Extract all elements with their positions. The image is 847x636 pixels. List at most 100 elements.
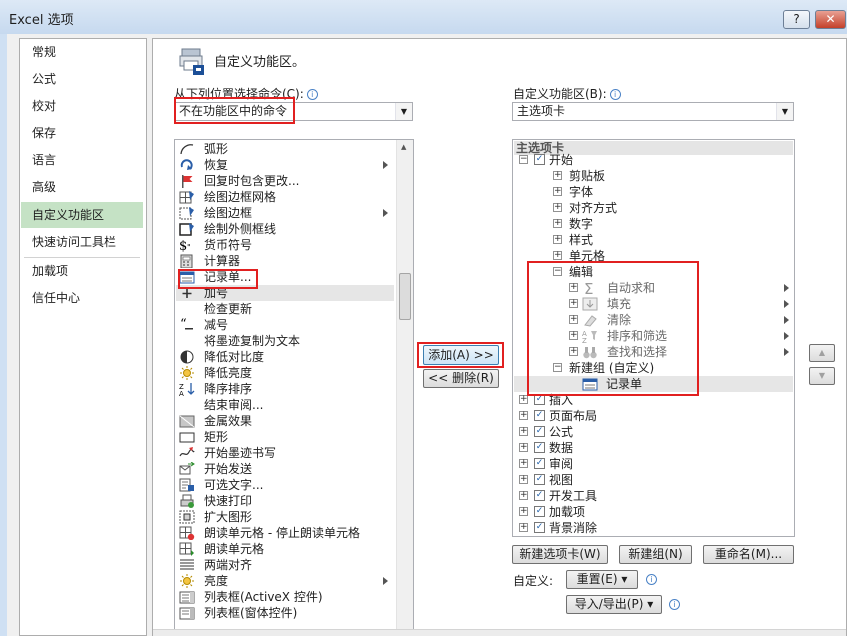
expand-icon[interactable]: +: [519, 475, 528, 484]
info-icon: i: [646, 574, 657, 585]
tree-node[interactable]: + 对齐方式: [514, 200, 793, 216]
tree-node[interactable]: + ✓ 背景消除: [514, 520, 793, 536]
blank-icon: [179, 334, 195, 348]
customize-ribbon-icon: [179, 48, 204, 75]
tree-node[interactable]: + ✓ 审阅: [514, 456, 793, 472]
tree-node[interactable]: + ✓ 开发工具: [514, 488, 793, 504]
nav-item-customize-ribbon[interactable]: 自定义功能区: [21, 202, 143, 228]
command-label: 列表框(ActiveX 控件): [204, 590, 323, 604]
horizontal-scrollbar[interactable]: [153, 629, 846, 636]
tab-checkbox[interactable]: ✓: [534, 426, 545, 437]
new-tab-button[interactable]: 新建选项卡(W): [512, 545, 608, 564]
calculator-icon: [179, 254, 195, 269]
minus-quote-icon: “: [179, 317, 195, 332]
tab-checkbox[interactable]: ✓: [534, 474, 545, 485]
commands-scrollbar[interactable]: ▲: [396, 140, 413, 636]
blank-icon: [179, 398, 195, 412]
tab-checkbox[interactable]: ✓: [534, 522, 545, 533]
tree-node[interactable]: + 数字: [514, 216, 793, 232]
nav-item-general[interactable]: 常规: [21, 39, 143, 65]
nav-item-formulas[interactable]: 公式: [21, 66, 143, 92]
submenu-arrow-icon: [784, 316, 789, 324]
metal-icon: [179, 414, 195, 428]
expand-icon[interactable]: +: [519, 395, 528, 404]
nav-item-addins[interactable]: 加载项: [21, 258, 143, 284]
expand-icon[interactable]: +: [553, 187, 562, 196]
rename-button[interactable]: 重命名(M)...: [703, 545, 794, 564]
command-label: 朗读单元格: [204, 542, 265, 556]
commands-list[interactable]: 弧形 恢复 回复时包含更改... 绘图边框网格 绘图边框 绘制外侧框线 $ " 货币符号 计算器记…: [174, 139, 414, 636]
expand-icon[interactable]: +: [519, 491, 528, 500]
tree-node[interactable]: + 字体: [514, 184, 793, 200]
reset-button[interactable]: 重置(E) ▾: [566, 570, 638, 589]
brightness-icon: [179, 366, 195, 380]
highlight-box: [527, 261, 699, 396]
command-label: 降序排序: [204, 382, 253, 396]
expand-icon[interactable]: +: [553, 235, 562, 244]
scrollbar-thumb[interactable]: [399, 273, 411, 320]
speak-icon: [179, 542, 195, 556]
expand-icon[interactable]: +: [519, 523, 528, 532]
tree-node[interactable]: + 样式: [514, 232, 793, 248]
expand-icon[interactable]: +: [519, 459, 528, 468]
tab-checkbox[interactable]: ✓: [534, 490, 545, 501]
command-label: 扩大图形: [204, 510, 253, 524]
tree-node[interactable]: + ✓ 数据: [514, 440, 793, 456]
submenu-arrow-icon: [784, 300, 789, 308]
tree-node[interactable]: + 剪贴板: [514, 168, 793, 184]
close-button[interactable]: ✕: [815, 10, 846, 29]
tab-checkbox[interactable]: ✓: [534, 442, 545, 453]
expand-icon[interactable]: +: [519, 507, 528, 516]
tab-checkbox[interactable]: ✓: [534, 154, 545, 165]
tree-node-label: 视图: [549, 473, 574, 487]
tree-node[interactable]: + ✓ 视图: [514, 472, 793, 488]
command-label: 矩形: [204, 430, 229, 444]
tree-node[interactable]: + ✓ 页面布局: [514, 408, 793, 424]
help-button[interactable]: ?: [783, 10, 810, 29]
remove-button[interactable]: << 删除(R): [423, 369, 499, 388]
ribbon-tabs-value: 主选项卡: [517, 104, 566, 118]
command-label: 减号: [204, 318, 229, 332]
command-label: 弧形: [204, 142, 229, 156]
tree-node[interactable]: + ✓ 公式: [514, 424, 793, 440]
tree-node[interactable]: − ✓ 开始: [514, 152, 793, 168]
scroll-up-icon[interactable]: ▲: [401, 143, 406, 151]
nav-item-advanced[interactable]: 高级: [21, 174, 143, 200]
tree-node-label: 开发工具: [549, 489, 598, 503]
nav-item-quick-access[interactable]: 快速访问工具栏: [21, 229, 143, 255]
command-label: 绘图边框网格: [204, 190, 277, 204]
tab-checkbox[interactable]: ✓: [534, 410, 545, 421]
nav-item-save[interactable]: 保存: [21, 120, 143, 146]
flag-icon: [179, 174, 195, 188]
tree-node[interactable]: + ✓ 加载项: [514, 504, 793, 520]
info-icon: i: [669, 599, 680, 610]
nav-item-trust-center[interactable]: 信任中心: [21, 285, 143, 311]
new-group-button[interactable]: 新建组(N): [619, 545, 692, 564]
move-up-button[interactable]: ▲: [809, 344, 835, 362]
chevron-down-icon: ▼: [395, 103, 412, 120]
tab-checkbox[interactable]: ✓: [534, 506, 545, 517]
nav-item-language[interactable]: 语言: [21, 147, 143, 173]
ribbon-tabs-combo[interactable]: 主选项卡 ▼: [512, 102, 794, 121]
panel-title: 自定义功能区。: [214, 55, 306, 70]
collapse-icon[interactable]: −: [519, 155, 528, 164]
command-label: 检查更新: [204, 302, 253, 316]
window-title: Excel 选项: [9, 13, 74, 28]
svg-text:“: “: [180, 318, 187, 332]
arc-icon: [179, 142, 195, 156]
expand-icon[interactable]: +: [553, 171, 562, 180]
expand-icon[interactable]: +: [519, 443, 528, 452]
move-down-button[interactable]: ▼: [809, 367, 835, 385]
submenu-arrow-icon: [784, 348, 789, 356]
import-export-button[interactable]: 导入/导出(P) ▾: [566, 595, 662, 614]
nav-item-proofing[interactable]: 校对: [21, 93, 143, 119]
expand-icon[interactable]: +: [519, 427, 528, 436]
tab-checkbox[interactable]: ✓: [534, 458, 545, 469]
expand-icon[interactable]: +: [553, 219, 562, 228]
expand-icon[interactable]: +: [553, 251, 562, 260]
expand-icon[interactable]: +: [553, 203, 562, 212]
currency-icon: $ ": [179, 238, 195, 254]
expand-icon[interactable]: +: [519, 411, 528, 420]
tree-node-label: 剪贴板: [569, 169, 606, 183]
command-label: 将墨迹复制为文本: [204, 334, 301, 348]
